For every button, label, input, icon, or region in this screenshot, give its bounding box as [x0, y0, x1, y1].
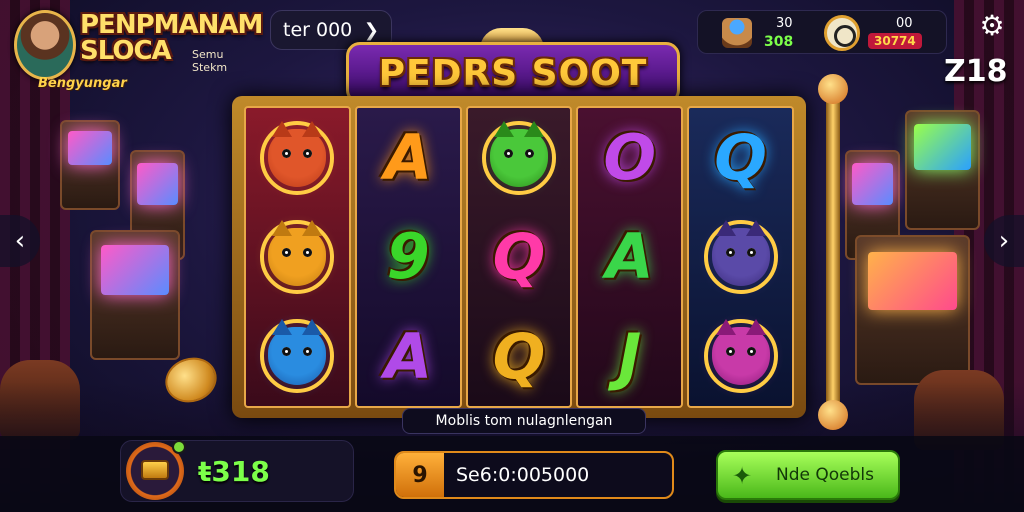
- lion-symbol: [254, 213, 341, 300]
- info-strip: Moblis tom nulagnlengan: [402, 408, 646, 434]
- reels-grid: A9AQQOAJQ: [244, 106, 794, 408]
- treasure-chest-icon: [141, 460, 169, 480]
- clock-icon[interactable]: [824, 15, 860, 51]
- reel-4: OAJ: [576, 106, 684, 408]
- stat2-bottom-badge: 30774: [868, 33, 922, 49]
- title-banner: PEDRS SOOT: [346, 42, 680, 104]
- settings-gear-icon[interactable]: ⚙: [976, 10, 1008, 42]
- spin-button-label: Nde Qoebls: [776, 465, 874, 485]
- lever-rod[interactable]: [818, 74, 848, 430]
- symbol-Q-blue: Q: [714, 121, 767, 195]
- treasure-chest-button[interactable]: [126, 440, 186, 500]
- bull-symbol: [475, 114, 562, 201]
- reel-1: [244, 106, 351, 408]
- arcade-machine: [60, 120, 120, 210]
- arcade-machine: [90, 230, 180, 360]
- notification-badge: [172, 440, 186, 454]
- lever-knob-top[interactable]: [818, 74, 848, 104]
- lever-knob-bottom: [818, 400, 848, 430]
- symbol-A-green: A: [605, 220, 654, 294]
- reel-3: QQ: [465, 106, 573, 408]
- symbol-Q-pink: Q: [492, 220, 546, 294]
- symbol-J-green: J: [618, 319, 642, 393]
- logo-tagline: Bengyungar: [38, 76, 127, 91]
- symbol-A-purple: A: [384, 319, 433, 393]
- fox-symbol: [254, 114, 341, 201]
- stat2-top-value: 00: [896, 16, 913, 31]
- balance-selector-label: ter 000: [283, 19, 353, 41]
- symbol-O-purple: O: [603, 121, 657, 195]
- balance-value: ŧ318: [198, 455, 270, 488]
- wolf-symbol: [697, 213, 784, 300]
- character-icon[interactable]: [722, 18, 752, 48]
- chevron-right-icon: ❯: [363, 20, 379, 41]
- level-indicator: Z18: [944, 54, 1008, 89]
- game-logo: PENPMANAM SLOCA Semu Stekm Bengyungar: [12, 8, 263, 92]
- player-stats: 30 308 00 30774: [697, 10, 947, 54]
- reels-frame: A9AQQOAJQ: [232, 96, 806, 418]
- symbol-A-orange: A: [384, 121, 433, 195]
- bet-icon[interactable]: 9: [396, 453, 444, 497]
- bet-amount-value: Se6:0:005000: [456, 464, 590, 486]
- bear-symbol: [697, 313, 784, 400]
- reel-2: A 9 A: [354, 106, 462, 408]
- symbol-Q-gold: Q: [492, 319, 546, 393]
- panther-symbol: [254, 313, 341, 400]
- arcade-machine: [855, 235, 970, 385]
- leaf-icon: ✦: [732, 462, 753, 490]
- player-avatar[interactable]: [14, 10, 76, 80]
- bet-amount-field[interactable]: 9 Se6:0:005000: [394, 451, 674, 499]
- logo-subtitle: Semu Stekm: [192, 48, 228, 74]
- symbol-9-green: 9: [386, 220, 430, 294]
- game-title: PEDRS SOOT: [378, 52, 648, 94]
- stat1-bottom-value: 308: [764, 34, 794, 50]
- reel-5: Q: [687, 106, 794, 408]
- stat1-top-value: 30: [776, 16, 793, 31]
- arcade-machine: [905, 110, 980, 230]
- spin-button[interactable]: ✦ Nde Qoebls: [716, 450, 900, 500]
